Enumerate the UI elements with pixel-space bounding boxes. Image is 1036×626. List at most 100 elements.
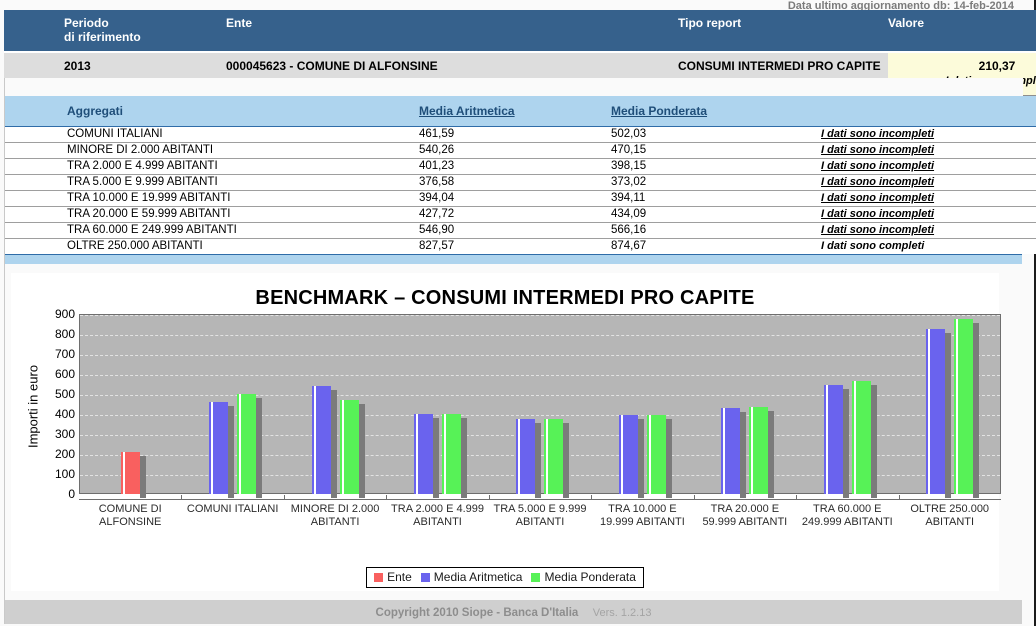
table-row: OLTRE 250.000 ABITANTI 827,57 874,67 I dati…	[5, 238, 1036, 254]
report-page: Data ultimo aggiornamento db: 14-feb-201…	[0, 0, 1036, 626]
data-status-link[interactable]: I dati sono incompleti	[821, 176, 934, 188]
header-col-periodo-line2: di riferimento	[64, 30, 141, 44]
bar-shadow	[563, 423, 570, 498]
x-tick-label: MINORE DI 2.000 ABITANTI	[290, 503, 380, 528]
cell-media-ponderata: 502,03	[611, 126, 821, 143]
aggregates-body: COMUNI ITALIANI 461,59 502,03 I dati sono i…	[5, 126, 1036, 254]
table-row: MINORE DI 2.000 ABITANTI 540,26 470,15 I da…	[5, 142, 1036, 159]
bar-group	[591, 314, 693, 498]
bar-highlight	[341, 399, 344, 494]
chart-bar-groups	[79, 314, 1001, 498]
chart-bar	[442, 414, 468, 498]
chart-bar	[544, 419, 570, 498]
cell-data-status[interactable]: I dati sono incompleti	[821, 222, 1036, 239]
chart-x-axis-labels: COMUNE DI ALFONSINE COMUNI ITALIANI MINORE…	[79, 503, 1001, 528]
cell-media-ponderata: 398,15	[611, 158, 821, 175]
bar-group	[79, 314, 181, 498]
bar-shadow	[256, 397, 263, 498]
cell-media-ponderata: 373,02	[611, 174, 821, 191]
chart-bar	[749, 407, 775, 498]
bar-highlight	[723, 408, 726, 494]
cell-media-aritmetica: 827,57	[419, 238, 611, 254]
bar-shadow	[637, 419, 644, 498]
bar-shadow	[358, 403, 365, 498]
cell-data-status[interactable]: I dati sono incompleti	[821, 206, 1036, 223]
bar-group	[796, 314, 898, 498]
legend-swatch-icon	[374, 573, 384, 582]
bar-group-bars	[79, 314, 181, 498]
bar-shadow	[973, 323, 980, 498]
x-tickmark	[898, 495, 900, 500]
bar-shadow	[768, 411, 775, 498]
bar-highlight	[122, 451, 125, 494]
y-tick-label: 400	[54, 407, 75, 421]
header-row: Periodo di riferimento Ente Tipo report …	[4, 10, 1036, 52]
footer-version: Vers. 1.2.13	[592, 607, 652, 619]
bar-shadow	[842, 388, 849, 498]
cell-data-status[interactable]: I dati sono incompleti	[821, 190, 1036, 207]
cell-aggregate-name: TRA 2.000 E 4.999 ABITANTI	[5, 158, 419, 175]
chart-bar	[954, 319, 980, 498]
agg-col-media-ponderata: Media Ponderata	[611, 96, 821, 127]
chart-section: BENCHMARK – CONSUMI INTERMEDI PRO CAPITE…	[4, 264, 1022, 594]
db-update-label: Data ultimo aggiornamento db: 14-feb-201…	[787, 0, 1014, 11]
data-status-link[interactable]: I dati sono incompleti	[821, 192, 934, 204]
agg-col-nome: Aggregati	[5, 96, 419, 127]
y-tick-label: 900	[54, 307, 75, 321]
header-col-ente: Ente	[214, 10, 666, 52]
table-row: TRA 20.000 E 59.999 ABITANTI 427,72 434,09…	[5, 206, 1036, 223]
bar-highlight	[956, 319, 959, 494]
cell-data-status[interactable]: I dati sono incompleti	[821, 158, 1036, 175]
bar-group-bars	[796, 314, 898, 498]
table-row: COMUNI ITALIANI 461,59 502,03 I dati sono i…	[5, 126, 1036, 143]
y-tick-label: 800	[54, 327, 75, 341]
bar-shadow	[740, 412, 747, 498]
chart-bar	[414, 413, 440, 498]
agg-col-media-aritmetica: Media Aritmetica	[419, 96, 611, 127]
bar-shadow	[330, 389, 337, 498]
bar-group	[489, 314, 591, 498]
cell-data-status[interactable]: I dati sono incompleti	[821, 126, 1036, 143]
x-tick-label: TRA 2.000 E 4.999 ABITANTI	[391, 503, 484, 528]
cell-data-status[interactable]: I dati sono incompleti	[821, 142, 1036, 159]
bar-highlight	[518, 418, 521, 494]
data-status-link[interactable]: I dati sono incompleti	[821, 128, 934, 140]
x-tick-label: OLTRE 250.000 ABITANTI	[910, 503, 990, 528]
bar-group-bars	[386, 314, 488, 498]
x-tick-label: TRA 20.000 E 59.999 ABITANTI	[702, 503, 788, 528]
header-col-periodo-line1: Periodo	[64, 16, 109, 30]
bar-highlight	[211, 401, 214, 494]
data-status-link[interactable]: I dati sono incompleti	[821, 160, 934, 172]
cell-aggregate-name: TRA 60.000 E 249.999 ABITANTI	[5, 222, 419, 239]
cell-media-ponderata: 394,11	[611, 190, 821, 207]
y-tick-label: 500	[54, 387, 75, 401]
bar-highlight	[928, 328, 931, 494]
cell-data-status[interactable]: I dati sono incompleti	[821, 174, 1036, 191]
chart-title: BENCHMARK – CONSUMI INTERMEDI PRO CAPITE	[255, 287, 755, 309]
aggregates-section: Aggregati Media Aritmetica Media Pondera…	[4, 96, 1036, 272]
aggregates-header-row: Aggregati Media Aritmetica Media Pondera…	[5, 96, 1036, 127]
bar-shadow	[433, 417, 440, 498]
legend-swatch-icon	[420, 573, 430, 582]
bar-group	[899, 314, 1001, 498]
data-status-link[interactable]: I dati sono incompleti	[821, 208, 934, 220]
legend-item: Media Ponderata	[531, 570, 636, 584]
x-tick-label: TRA 5.000 E 9.999 ABITANTI	[493, 503, 587, 528]
data-status-link[interactable]: I dati sono incompleti	[821, 144, 934, 156]
data-status-link[interactable]: I dati sono incompleti	[821, 224, 934, 236]
y-tick-label: 100	[54, 467, 75, 481]
cell-aggregate-name: TRA 5.000 E 9.999 ABITANTI	[5, 174, 419, 191]
bar-group-bars	[591, 314, 693, 498]
legend-swatch-icon	[531, 573, 541, 582]
cell-media-ponderata: 470,15	[611, 142, 821, 159]
header-spacer	[4, 78, 1023, 96]
header-col-tipo-report: Tipo report	[666, 10, 888, 52]
table-row: TRA 5.000 E 9.999 ABITANTI 376,58 373,02 I …	[5, 174, 1036, 191]
chart-card: BENCHMARK – CONSUMI INTERMEDI PRO CAPITE…	[11, 273, 1001, 591]
bar-highlight	[853, 380, 856, 494]
y-tick-label: 300	[54, 427, 75, 441]
chart-x-axis-line	[79, 499, 1001, 500]
legend-label: Ente	[387, 570, 412, 584]
table-row: TRA 10.000 E 19.999 ABITANTI 394,04 394,11…	[5, 190, 1036, 207]
chart-bar	[339, 399, 365, 498]
